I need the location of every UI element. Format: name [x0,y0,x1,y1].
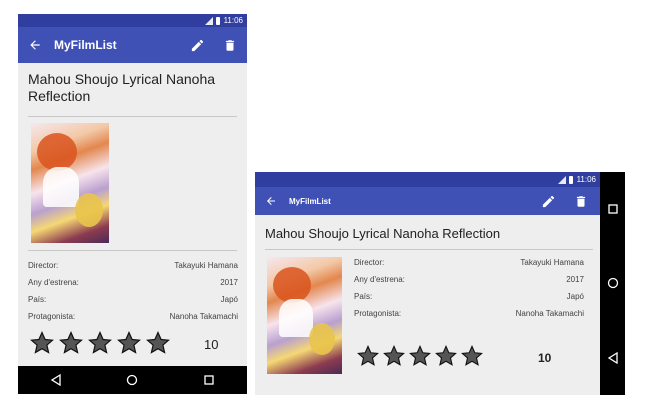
star-icon[interactable] [146,331,170,355]
detail-row-release-year: Any d'estrena: 2017 [28,278,238,295]
triangle-back-icon[interactable] [50,374,62,386]
detail-value: 2017 [566,275,584,284]
status-time: 11:06 [223,16,243,25]
detail-row-country: País: Japó [354,292,584,309]
detail-label: Any d'estrena: [28,278,79,287]
pencil-icon[interactable] [190,38,205,53]
rating-value: 10 [204,337,219,352]
navigation-bar [18,366,247,394]
detail-value: Takayuki Hamana [520,258,584,267]
poster-character-dress [43,167,79,207]
poster-second-character [309,323,335,355]
toolbar: MyFilmList [255,187,600,215]
landscape-screen: 11:06 MyFilmList Mahou Shoujo Lyrical Na… [255,172,625,395]
star-icon[interactable] [461,345,483,367]
detail-value: 2017 [220,278,238,287]
portrait-screen: 11:06 MyFilmList Mahou Shoujo Lyrical Na… [18,14,247,394]
arrow-back-icon[interactable] [28,38,42,52]
trash-icon[interactable] [223,38,237,53]
square-recents-icon[interactable] [607,203,619,215]
detail-value: Takayuki Hamana [174,261,238,270]
star-icon[interactable] [357,345,379,367]
status-time: 11:06 [576,175,596,184]
toolbar: MyFilmList [18,27,247,63]
signal-icon [204,16,213,25]
poster-character-dress [279,299,313,337]
detail-label: Protagonista: [354,309,402,318]
app-title: MyFilmList [54,38,117,52]
star-icon[interactable] [59,331,83,355]
pencil-icon[interactable] [541,194,556,209]
poster-divider [28,250,237,251]
signal-icon [557,175,566,184]
detail-label: Director: [28,261,59,270]
star-rating-bar[interactable] [357,345,483,367]
star-icon[interactable] [435,345,457,367]
status-bar: 11:06 [255,172,600,187]
rating-value: 10 [538,351,552,365]
detail-row-release-year: Any d'estrena: 2017 [354,275,584,292]
battery-icon [215,16,220,25]
star-icon[interactable] [409,345,431,367]
star-icon[interactable] [30,331,54,355]
title-divider [28,116,237,117]
movie-detail-content: Mahou Shoujo Lyrical Nanoha Reflection D… [255,215,600,395]
circle-home-icon[interactable] [607,277,619,289]
star-icon[interactable] [383,345,405,367]
details-list: Director: Takayuki Hamana Any d'estrena:… [28,261,238,329]
detail-row-director: Director: Takayuki Hamana [354,258,584,275]
detail-label: País: [354,292,373,301]
detail-row-lead-actor: Protagonista: Nanoha Takamachi [354,309,584,326]
poster-character-hair [37,133,77,171]
title-divider [265,249,593,250]
detail-label: País: [28,295,47,304]
circle-home-icon[interactable] [126,374,138,386]
star-icon[interactable] [88,331,112,355]
movie-title: Mahou Shoujo Lyrical Nanoha Reflection [28,71,216,104]
movie-detail-content: Mahou Shoujo Lyrical Nanoha Reflection D… [18,63,247,366]
details-list: Director: Takayuki Hamana Any d'estrena:… [354,258,584,326]
poster-second-character [75,193,103,227]
movie-poster [31,123,109,243]
trash-icon[interactable] [574,194,588,209]
battery-icon [568,175,573,184]
navigation-bar [600,172,625,395]
status-bar: 11:06 [18,14,247,27]
detail-label: Director: [354,258,385,267]
detail-label: Protagonista: [28,312,76,321]
detail-label: Any d'estrena: [354,275,405,284]
movie-title: Mahou Shoujo Lyrical Nanoha Reflection [265,226,501,241]
detail-row-country: País: Japó [28,295,238,312]
detail-row-lead-actor: Protagonista: Nanoha Takamachi [28,312,238,329]
movie-poster [267,257,342,374]
detail-value: Nanoha Takamachi [169,312,238,321]
star-icon[interactable] [117,331,141,355]
arrow-back-icon[interactable] [265,195,277,207]
detail-value: Japó [566,292,584,301]
triangle-back-icon[interactable] [607,351,619,364]
poster-character-hair [273,267,311,303]
detail-value: Japó [220,295,238,304]
detail-row-director: Director: Takayuki Hamana [28,261,238,278]
star-rating-bar[interactable] [30,331,170,355]
detail-value: Nanoha Takamachi [515,309,584,318]
square-recents-icon[interactable] [203,374,215,386]
app-title: MyFilmList [289,196,331,206]
